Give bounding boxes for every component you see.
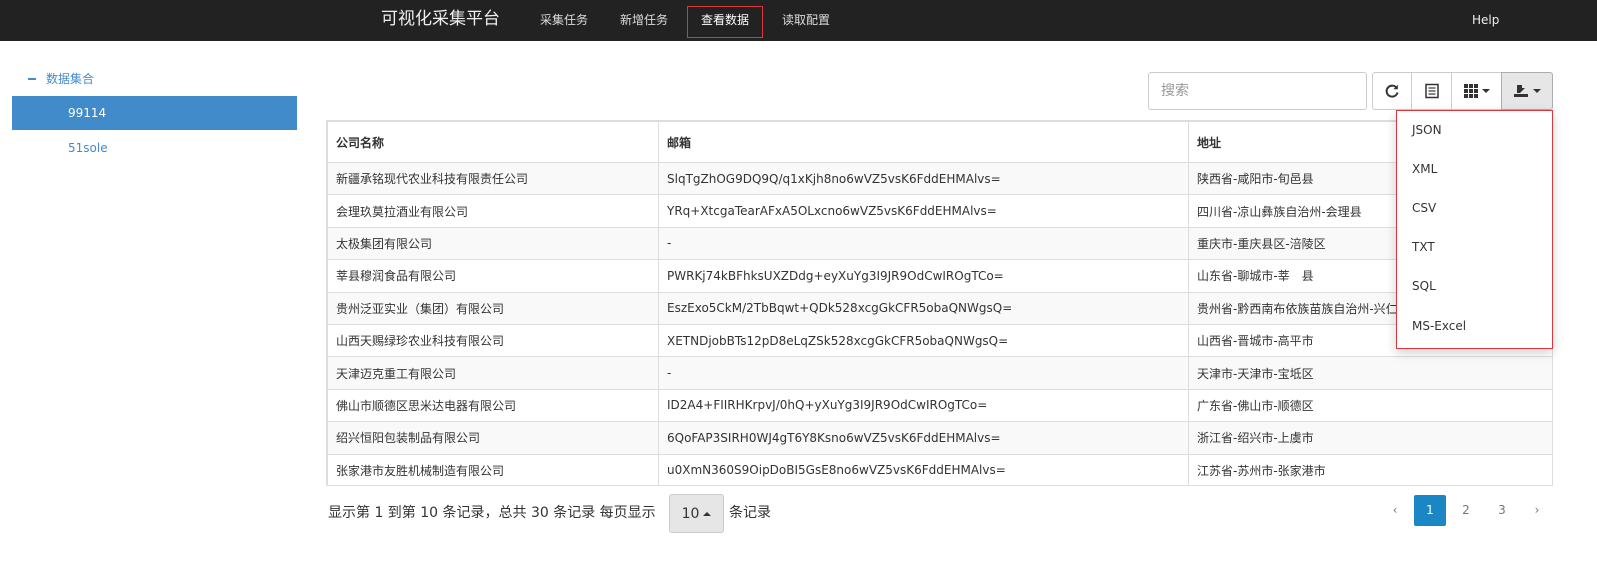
data-table-container: 公司名称 邮箱 地址 新疆承铭现代农业科技有限责任公司 SlqTgZhOG9DQ… xyxy=(326,120,1553,486)
chevron-down-icon xyxy=(1481,89,1490,93)
cell-email: SlqTgZhOG9DQ9Q/q1xKjh8no6wVZ5vsK6FddEHMA… xyxy=(658,161,1189,196)
nav-item-view-data[interactable]: 查看数据 xyxy=(701,12,749,28)
pagination-info: 显示第 1 到第 10 条记录，总共 30 条记录 每页显示 xyxy=(328,505,656,521)
table-row[interactable]: 山西天赐绿珍农业科技有限公司 XETNDjobBTs12pD8eLqZSk528… xyxy=(327,323,1552,358)
refresh-button[interactable] xyxy=(1372,72,1412,110)
toggle-view-button[interactable] xyxy=(1411,72,1452,110)
pager-page-2[interactable]: 2 xyxy=(1452,495,1480,526)
chevron-up-icon xyxy=(703,511,712,516)
cell-email: ID2A4+FIIRHKrpvJ/0hQ+yXuYg3I9JR9OdCwIROg… xyxy=(658,388,1189,423)
brand-title[interactable]: 可视化采集平台 xyxy=(381,8,500,30)
cell-email: u0XmN360S9OipDoBI5GsE8no6wVZ5vsK6FddEHMA… xyxy=(658,453,1189,485)
export-option-ms-excel[interactable]: MS-Excel xyxy=(1412,318,1466,334)
tree-node-99114[interactable]: 99114 xyxy=(12,96,297,130)
columns-button[interactable] xyxy=(1451,72,1502,110)
cell-company-name: 佛山市顺德区思米达电器有限公司 xyxy=(327,388,659,423)
header-email[interactable]: 邮箱 xyxy=(658,121,1189,163)
cell-company-name: 山西天赐绿珍农业科技有限公司 xyxy=(327,323,659,358)
navbar: 可视化采集平台 采集任务 新增任务 查看数据 读取配置 Help xyxy=(0,0,1597,41)
export-button[interactable] xyxy=(1501,72,1553,110)
toggle-view-icon xyxy=(1424,83,1439,99)
help-link[interactable]: Help xyxy=(1472,12,1499,28)
export-option-sql[interactable]: SQL xyxy=(1412,278,1436,294)
cell-email: XETNDjobBTs12pD8eLqZSk528xcgGkCFR5obaQNW… xyxy=(658,323,1189,358)
data-table: 公司名称 邮箱 地址 新疆承铭现代农业科技有限责任公司 SlqTgZhOG9DQ… xyxy=(327,121,1552,485)
cell-email: YRq+XtcgaTearAFxA5OLxcno6wVZ5vsK6FddEHMA… xyxy=(658,194,1189,228)
cell-email: 6QoFAP3SIRH0WJ4gT6Y8Ksno6wVZ5vsK6FddEHMA… xyxy=(658,421,1189,455)
export-dropdown-menu: JSON XML CSV TXT SQL MS-Excel xyxy=(1396,110,1553,349)
page-size-dropdown[interactable]: 10 xyxy=(669,494,724,533)
table-row[interactable]: 莘县穆润食品有限公司 PWRKj74kBFhksUXZDdg+eyXuYg3I9… xyxy=(327,259,1552,293)
nav-item-tasks[interactable]: 采集任务 xyxy=(540,12,588,28)
refresh-icon xyxy=(1385,84,1399,98)
cell-email: PWRKj74kBFhksUXZDdg+eyXuYg3I9JR9OdCwIROg… xyxy=(658,259,1189,293)
cell-company-name: 天津迈克重工有限公司 xyxy=(327,356,659,390)
cell-email: - xyxy=(658,356,1189,390)
export-option-csv[interactable]: CSV xyxy=(1412,200,1436,216)
table-header-row: 公司名称 邮箱 地址 xyxy=(327,121,1552,163)
table-row[interactable]: 天津迈克重工有限公司 - 天津市-天津市-宝坻区 xyxy=(327,356,1552,390)
table-row[interactable]: 佛山市顺德区思米达电器有限公司 ID2A4+FIIRHKrpvJ/0hQ+yXu… xyxy=(327,388,1552,423)
table-row[interactable]: 会理玖莫拉酒业有限公司 YRq+XtcgaTearAFxA5OLxcno6wVZ… xyxy=(327,194,1552,228)
cell-address: 江苏省-苏州市-张家港市 xyxy=(1188,453,1552,485)
cell-company-name: 会理玖莫拉酒业有限公司 xyxy=(327,194,659,228)
nav-item-new-task[interactable]: 新增任务 xyxy=(620,12,668,28)
tree-root[interactable]: 数据集合 xyxy=(28,71,94,87)
header-company-name[interactable]: 公司名称 xyxy=(327,121,659,163)
cell-company-name: 莘县穆润食品有限公司 xyxy=(327,259,659,293)
cell-address: 广东省-佛山市-顺德区 xyxy=(1188,388,1552,423)
table-row[interactable]: 张家港市友胜机械制造有限公司 u0XmN360S9OipDoBI5GsE8no6… xyxy=(327,453,1552,485)
pager-page-1[interactable]: 1 xyxy=(1414,495,1446,526)
nav-item-read-config[interactable]: 读取配置 xyxy=(782,12,830,28)
table-row[interactable]: 绍兴恒阳包装制品有限公司 6QoFAP3SIRH0WJ4gT6Y8Ksno6wV… xyxy=(327,421,1552,455)
columns-icon xyxy=(1463,84,1478,98)
cell-email: - xyxy=(658,226,1189,261)
pager-next[interactable]: › xyxy=(1527,495,1547,526)
export-option-txt[interactable]: TXT xyxy=(1412,239,1435,255)
cell-address: 浙江省-绍兴市-上虞市 xyxy=(1188,421,1552,455)
export-option-xml[interactable]: XML xyxy=(1412,161,1437,177)
cell-company-name: 绍兴恒阳包装制品有限公司 xyxy=(327,421,659,455)
cell-company-name: 贵州泛亚实业（集团）有限公司 xyxy=(327,291,659,325)
export-icon xyxy=(1514,85,1528,97)
export-option-json[interactable]: JSON xyxy=(1412,122,1442,138)
tree-node-51sole[interactable]: 51sole xyxy=(12,131,297,165)
cell-company-name: 新疆承铭现代农业科技有限责任公司 xyxy=(327,161,659,196)
chevron-down-icon xyxy=(1533,89,1541,93)
cell-address: 天津市-天津市-宝坻区 xyxy=(1188,356,1552,390)
table-row[interactable]: 新疆承铭现代农业科技有限责任公司 SlqTgZhOG9DQ9Q/q1xKjh8n… xyxy=(327,161,1552,196)
pager-prev[interactable]: ‹ xyxy=(1385,495,1405,526)
table-row[interactable]: 太极集团有限公司 - 重庆市-重庆县区-涪陵区 xyxy=(327,226,1552,261)
cell-company-name: 太极集团有限公司 xyxy=(327,226,659,261)
cell-company-name: 张家港市友胜机械制造有限公司 xyxy=(327,453,659,485)
page-size-value: 10 xyxy=(681,505,700,522)
cell-email: EszExo5CkM/2TbBqwt+QDk528xcgGkCFR5obaQNW… xyxy=(658,291,1189,325)
table-row[interactable]: 贵州泛亚实业（集团）有限公司 EszExo5CkM/2TbBqwt+QDk528… xyxy=(327,291,1552,325)
search-input[interactable] xyxy=(1148,72,1367,110)
collapse-icon[interactable] xyxy=(28,77,36,80)
pager-page-3[interactable]: 3 xyxy=(1488,495,1516,526)
pagination-suffix: 条记录 xyxy=(729,505,771,521)
tree-root-label: 数据集合 xyxy=(46,72,95,86)
